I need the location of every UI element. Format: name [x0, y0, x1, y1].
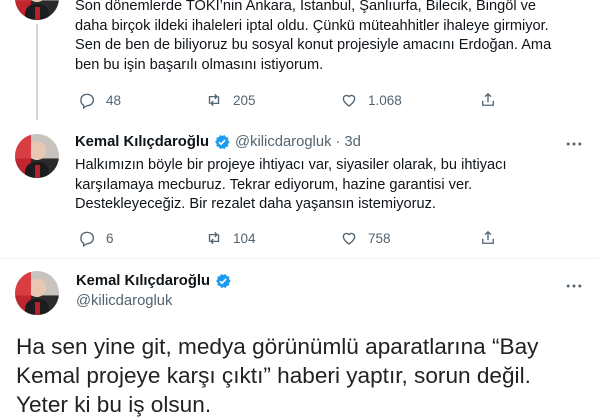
tweet-text-line: Halkımızın böyle bir projeye ihtiyacı va… [75, 157, 507, 173]
display-name[interactable]: Kemal Kılıçdaroğlu [76, 273, 210, 289]
tweet-header: Kemal Kılıçdaroğlu @kilicdarogluk · 3d [75, 133, 361, 151]
tweet-header: Kemal Kılıçdaroğlu [76, 272, 232, 290]
divider [0, 258, 598, 259]
tweet-text-line: Sen de ben de biliyoruz bu sosyal konut … [75, 37, 552, 54]
reply-button[interactable]: 48 [78, 90, 121, 110]
reply-count: 48 [106, 92, 122, 108]
reply-icon [80, 93, 95, 109]
tweet-text: Son dönemlerde TOKİ’nin Ankara, İstanbul… [75, 0, 590, 75]
like-button[interactable]: 758 [340, 228, 391, 248]
like-button[interactable]: 1.068 [340, 90, 402, 110]
share-button[interactable] [479, 90, 497, 110]
tweet-actions: 48 205 1.068 [75, 90, 590, 110]
more-icon[interactable] [564, 134, 584, 154]
user-handle[interactable]: @kilicdarogluk [76, 293, 172, 309]
verified-badge-icon [216, 273, 231, 289]
more-icon[interactable] [564, 276, 584, 296]
verified-badge-icon [215, 134, 230, 150]
thread-line [36, 24, 38, 120]
tweet-text-line: Son dönemlerde TOKİ’nin Ankara, İstanbul… [75, 0, 537, 14]
avatar[interactable] [15, 134, 59, 178]
retweet-button[interactable]: 104 [205, 228, 256, 248]
avatar[interactable] [15, 0, 59, 20]
reply-count: 6 [106, 230, 114, 246]
tweet-text-line: Destekleyeceğiz. Bir rezalet daha yaşans… [75, 196, 436, 213]
share-button[interactable] [479, 228, 497, 248]
like-icon [342, 232, 356, 245]
retweet-button[interactable]: 205 [205, 90, 256, 110]
tweet-text-line: Kemal projeye karşı çıktı” haberi yaptır… [16, 363, 531, 388]
share-icon [482, 230, 494, 244]
reply-button[interactable]: 6 [78, 228, 114, 248]
tweet-text-line: Yeter ki bu iş olsun. [16, 392, 212, 417]
like-count: 758 [368, 230, 391, 246]
tweet-text-line: karşılamaya mecburuz. Tekrar ediyorum, h… [75, 176, 473, 193]
retweet-count: 205 [233, 92, 256, 108]
like-count: 1.068 [368, 92, 402, 108]
retweet-icon [208, 231, 220, 245]
separator: · [335, 134, 341, 150]
share-icon [482, 92, 494, 106]
tweet-actions: 6 104 758 [75, 228, 590, 248]
reply-icon [80, 231, 95, 247]
display-name[interactable]: Kemal Kılıçdaroğlu [75, 134, 209, 150]
main-tweet-text: Ha sen yine git, medya görünümlü aparatl… [16, 332, 588, 419]
tweet-text-line: ben bu işin başarılı olmasını istiyorum. [75, 56, 324, 73]
like-icon [342, 94, 356, 107]
retweet-count: 104 [233, 230, 256, 246]
retweet-icon [208, 93, 220, 107]
avatar[interactable] [15, 271, 59, 315]
timestamp[interactable]: 3d [344, 134, 360, 150]
tweet-text-line: daha birçok ildeki ihaleleri iptal oldu.… [75, 17, 549, 34]
tweet-text: Halkımızın böyle bir projeye ihtiyacı va… [75, 156, 590, 215]
user-handle[interactable]: @kilicdarogluk [235, 134, 331, 150]
tweet-text-line: Ha sen yine git, medya görünümlü aparatl… [16, 334, 539, 359]
